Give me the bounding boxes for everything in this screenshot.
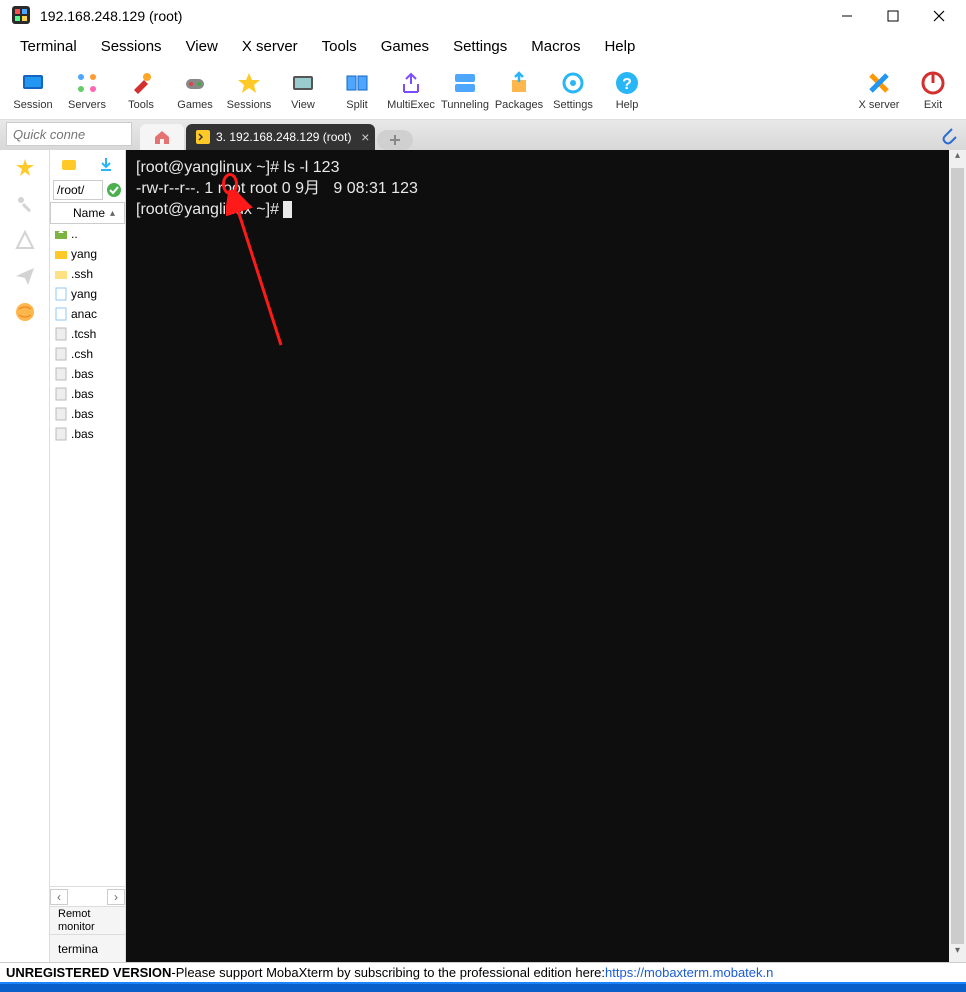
- bottom-accent: [0, 982, 966, 992]
- status-message: Please support MobaXterm by subscribing …: [176, 965, 605, 980]
- paperclip-icon[interactable]: [938, 123, 958, 145]
- toolbar: Session Servers Tools Games Sessions Vie…: [0, 60, 966, 120]
- remote-monitor-button[interactable]: Remot monitor: [50, 906, 125, 934]
- tools-strip-icon[interactable]: [13, 192, 37, 216]
- sftp-download-icon[interactable]: [98, 156, 114, 172]
- tool-help[interactable]: ?Help: [600, 62, 654, 118]
- tree-item[interactable]: .ssh: [50, 264, 125, 284]
- statusbar: UNREGISTERED VERSION - Please support Mo…: [0, 962, 966, 982]
- tree-item[interactable]: .bas: [50, 364, 125, 384]
- tool-xserver[interactable]: X server: [852, 62, 906, 118]
- tab-close-icon[interactable]: ×: [361, 129, 369, 145]
- tool-multiexec[interactable]: MultiExec: [384, 62, 438, 118]
- menubar: Terminal Sessions View X server Tools Ga…: [0, 32, 966, 60]
- menu-view[interactable]: View: [174, 34, 230, 59]
- tool-tools[interactable]: Tools: [114, 62, 168, 118]
- tab-home[interactable]: [140, 124, 184, 150]
- quick-connect[interactable]: [6, 122, 132, 146]
- menu-macros[interactable]: Macros: [519, 34, 592, 59]
- hidden-file-icon: [54, 427, 68, 441]
- sftp-toolbar: [50, 150, 125, 178]
- workarea: Name .. yang .ssh yang anac .tcsh .csh .…: [0, 150, 966, 962]
- tool-session[interactable]: Session: [6, 62, 60, 118]
- sftp-path-input[interactable]: [53, 180, 103, 200]
- menu-games[interactable]: Games: [369, 34, 441, 59]
- tool-tunneling[interactable]: Tunneling: [438, 62, 492, 118]
- scroll-down-icon[interactable]: ▾: [949, 945, 966, 962]
- status-link[interactable]: https://mobaxterm.mobatek.n: [605, 965, 773, 980]
- sftp-panel: Name .. yang .ssh yang anac .tcsh .csh .…: [50, 150, 126, 962]
- tree-item[interactable]: yang: [50, 244, 125, 264]
- terminal-scrollbar[interactable]: ▴ ▾: [949, 150, 966, 962]
- folder-icon: [54, 267, 68, 281]
- tool-split[interactable]: Split: [330, 62, 384, 118]
- home-icon: [153, 128, 171, 146]
- hidden-file-icon: [54, 347, 68, 361]
- tree-item[interactable]: .csh: [50, 344, 125, 364]
- hidden-file-icon: [54, 367, 68, 381]
- tab-add[interactable]: [377, 130, 413, 150]
- tree-item[interactable]: .tcsh: [50, 324, 125, 344]
- maximize-button[interactable]: [870, 0, 916, 32]
- tab-active-session[interactable]: 3. 192.168.248.129 (root) ×: [186, 124, 375, 150]
- tool-servers[interactable]: Servers: [60, 62, 114, 118]
- star-icon[interactable]: [13, 156, 37, 180]
- minimize-button[interactable]: [824, 0, 870, 32]
- path-ok-icon[interactable]: [106, 182, 122, 198]
- terminal-pane[interactable]: [root@yanglinux ~]# ls -l 123 -rw-r--r--…: [126, 150, 966, 962]
- left-icon-strip: [0, 150, 50, 962]
- terminal-line: [root@yanglinux ~]# ls -l 123: [136, 158, 956, 179]
- tree-item[interactable]: ..: [50, 224, 125, 244]
- quick-connect-input[interactable]: [7, 127, 131, 142]
- tree-item[interactable]: anac: [50, 304, 125, 324]
- tool-games[interactable]: Games: [168, 62, 222, 118]
- menu-sessions[interactable]: Sessions: [89, 34, 174, 59]
- tab-label: 3. 192.168.248.129 (root): [216, 130, 351, 144]
- close-button[interactable]: [916, 0, 962, 32]
- titlebar: 192.168.248.129 (root): [0, 0, 966, 32]
- terminal-icon: [196, 130, 210, 144]
- tool-packages[interactable]: Packages: [492, 62, 546, 118]
- sftp-tree[interactable]: .. yang .ssh yang anac .tcsh .csh .bas .…: [50, 224, 125, 886]
- file-icon: [54, 287, 68, 301]
- scroll-thumb[interactable]: [951, 168, 964, 944]
- macro-strip-icon[interactable]: [13, 228, 37, 252]
- window-title: 192.168.248.129 (root): [40, 8, 824, 24]
- annotation-arrow: [226, 190, 296, 350]
- tool-exit[interactable]: Exit: [906, 62, 960, 118]
- tool-view[interactable]: View: [276, 62, 330, 118]
- menu-xserver[interactable]: X server: [230, 34, 310, 59]
- menu-terminal[interactable]: Terminal: [8, 34, 89, 59]
- plus-icon: [388, 133, 402, 147]
- sftp-column-header[interactable]: Name: [50, 202, 125, 224]
- menu-settings[interactable]: Settings: [441, 34, 519, 59]
- tree-item[interactable]: yang: [50, 284, 125, 304]
- sftp-refresh-icon[interactable]: [61, 156, 77, 172]
- sftp-hscroll[interactable]: ‹›: [50, 886, 125, 906]
- folder-up-icon: [54, 227, 68, 241]
- menu-help[interactable]: Help: [592, 34, 647, 59]
- tree-item[interactable]: .bas: [50, 404, 125, 424]
- scroll-up-icon[interactable]: ▴: [949, 150, 966, 167]
- hidden-file-icon: [54, 327, 68, 341]
- tree-item[interactable]: .bas: [50, 384, 125, 404]
- scroll-left-icon[interactable]: ‹: [50, 889, 68, 905]
- scroll-right-icon[interactable]: ›: [107, 889, 125, 905]
- tree-item[interactable]: .bas: [50, 424, 125, 444]
- send-strip-icon[interactable]: [13, 264, 37, 288]
- tool-sessions[interactable]: Sessions: [222, 62, 276, 118]
- file-icon: [54, 307, 68, 321]
- sftp-path-bar: [50, 178, 125, 202]
- terminal-button[interactable]: termina: [50, 934, 125, 962]
- app-icon: [10, 4, 34, 28]
- tabs-bar: 3. 192.168.248.129 (root) ×: [0, 120, 966, 150]
- svg-text:?: ?: [622, 76, 632, 93]
- tool-settings[interactable]: Settings: [546, 62, 600, 118]
- hidden-file-icon: [54, 387, 68, 401]
- globe-strip-icon[interactable]: [13, 300, 37, 324]
- unregistered-label: UNREGISTERED VERSION: [6, 965, 171, 980]
- hidden-file-icon: [54, 407, 68, 421]
- menu-tools[interactable]: Tools: [310, 34, 369, 59]
- folder-icon: [54, 247, 68, 261]
